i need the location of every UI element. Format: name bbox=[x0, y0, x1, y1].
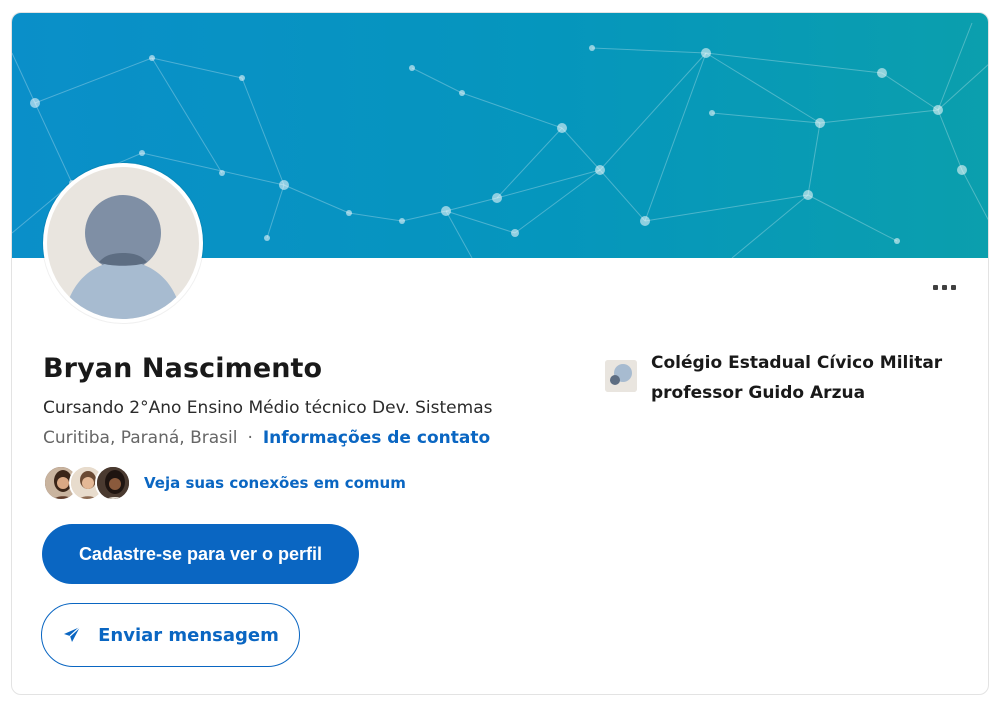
school-name[interactable]: Colégio Estadual Cívico Militar professo… bbox=[651, 348, 951, 408]
connection-avatars bbox=[43, 463, 135, 503]
send-message-label: Enviar mensagem bbox=[98, 624, 279, 646]
school-logo-icon bbox=[605, 360, 637, 392]
mutual-connections-link[interactable]: Veja suas conexões em comum bbox=[144, 474, 406, 492]
connection-avatar bbox=[95, 465, 131, 501]
profile-name: Bryan Nascimento bbox=[43, 353, 323, 384]
profile-avatar bbox=[43, 163, 203, 323]
signup-button[interactable]: Cadastre-se para ver o perfil bbox=[42, 524, 359, 584]
location-row: Curitiba, Paraná, Brasil · Informações d… bbox=[43, 428, 490, 448]
avatar-placeholder-icon bbox=[47, 167, 199, 319]
ellipsis-icon bbox=[933, 285, 938, 290]
separator: · bbox=[247, 428, 253, 448]
profile-headline: Cursando 2°Ano Ensino Médio técnico Dev.… bbox=[43, 398, 493, 418]
ellipsis-dot bbox=[951, 285, 956, 290]
profile-card: Bryan Nascimento Cursando 2°Ano Ensino M… bbox=[11, 12, 989, 695]
send-message-button[interactable]: Enviar mensagem bbox=[41, 603, 300, 667]
more-actions-button[interactable] bbox=[924, 275, 964, 299]
education-item[interactable]: Colégio Estadual Cívico Militar professo… bbox=[605, 348, 951, 408]
ellipsis-dot bbox=[942, 285, 947, 290]
contact-info-link[interactable]: Informações de contato bbox=[263, 428, 490, 448]
mutual-connections[interactable]: Veja suas conexões em comum bbox=[43, 463, 406, 503]
profile-location: Curitiba, Paraná, Brasil bbox=[43, 428, 238, 448]
send-icon bbox=[64, 626, 81, 642]
